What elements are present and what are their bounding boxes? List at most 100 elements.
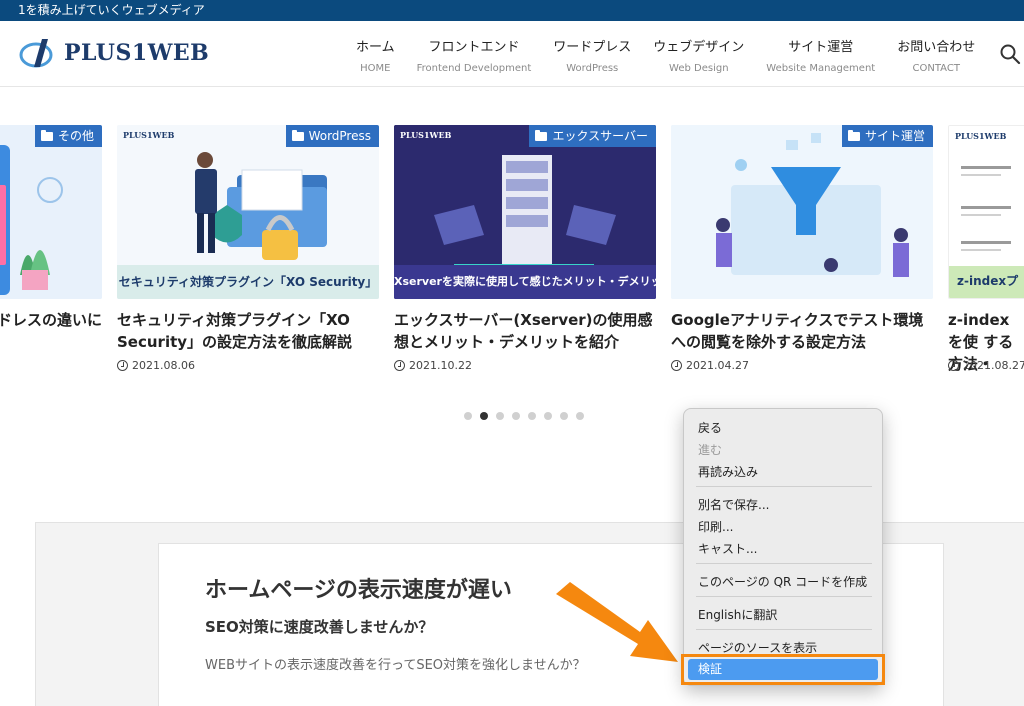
thumbnail-caption: Xserverを実際に使用して感じたメリット・デメリット [394,265,656,299]
category-badge: その他 [34,125,102,147]
nav-item-site-management[interactable]: サイト運営 Website Management [766,39,875,77]
menu-item-back[interactable]: 戻る [698,419,722,436]
nav-sublabel: WordPress [566,63,619,74]
date-text: 2021.08.27 [963,359,1024,372]
thumbnail-logo: PLUS1WEB [123,130,175,140]
article-card[interactable]: サイト運営 Googleアナリティクスでテスト環境への閲覧を除外する設定方法 2… [671,125,933,375]
article-carousel: その他 バルIPアドレ ドレスの違いに [0,125,1024,385]
menu-item-print[interactable]: 印刷... [698,518,733,535]
article-date: 2021.10.22 [394,359,472,372]
thumbnail-logo: PLUS1WEB [400,130,452,140]
category-label: エックスサーバー [552,129,648,143]
menu-item-create-qr[interactable]: このページの QR コードを作成 [698,573,867,590]
menu-separator [696,563,872,564]
nav-sublabel: Frontend Development [416,63,532,74]
article-title: エックスサーバー(Xserver)の使用感想とメリット・デメリットを紹介 [394,311,653,351]
nav-label: お問い合わせ [897,40,976,55]
category-label: その他 [57,129,94,143]
article-title: セキュリティ対策プラグイン「XO Security」の設定方法を徹底解説 [117,311,353,351]
nav-sublabel: Web Design [669,63,729,74]
clock-icon [948,360,959,371]
category-badge: エックスサーバー [529,125,656,147]
carousel-dot[interactable] [480,412,488,420]
article-thumbnail: PLUS1WEB z-indexプ [948,125,1024,299]
menu-item-save-as[interactable]: 別名で保存... [698,496,769,513]
article-card[interactable]: PLUS1WEB z-indexプ z-indexを使 する方法・ 2021.0… [948,125,1024,375]
promo-subheading: SEO対策に速度改善しませんか？ [205,618,434,636]
menu-item-cast[interactable]: キャスト... [698,540,757,557]
nav-item-frontend[interactable]: フロントエンド Frontend Development [417,39,532,77]
nav-item-home[interactable]: ホーム HOME [356,39,395,77]
thumbnail-caption: セキュリティ対策プラグイン「XO Security」 [118,275,378,289]
nav-sublabel: HOME [360,63,391,74]
menu-item-reload[interactable]: 再読み込み [698,463,758,480]
nav-label: フロントエンド [428,40,520,55]
article-title: バルIPアドレ ドレスの違いに [0,309,102,331]
nav-label: ホーム [356,40,395,55]
carousel-pagination [464,412,584,420]
site-logo[interactable]: PLUS1WEB [18,35,209,71]
folder-icon [291,129,304,141]
nav-label: ワードプレス [553,40,632,55]
menu-separator [696,629,872,630]
arrow-icon [556,582,678,662]
thumbnail-caption: z-indexプ [957,274,1019,288]
nav-sublabel: Website Management [766,63,876,74]
menu-item-translate[interactable]: Englishに翻訳 [698,606,777,623]
top-bar: 1を積み上げていくウェブメディア [0,0,1024,21]
thumbnail-illustration [0,125,102,299]
article-title: Googleアナリティクスでテスト環境への閲覧を除外する設定方法 [671,311,924,351]
menu-separator [696,486,872,487]
date-text: 2021.04.27 [686,359,749,372]
carousel-dot[interactable] [512,412,520,420]
category-badge: サイト運営 [841,125,933,147]
promo-body: WEBサイトの表示速度改善を行ってSEO対策を強化しませんか？ [205,658,586,673]
nav-label: サイト運営 [788,40,854,55]
main-nav: ホーム HOME フロントエンド Frontend Development ワー… [356,39,975,77]
article-card[interactable]: PLUS1WEB セキュリティ対策プラグイン「XO Security」 Word… [117,125,379,375]
article-date: 2021.08.27 [948,359,1024,372]
nav-item-contact[interactable]: お問い合わせ CONTACT [897,39,975,77]
article-date: 2021.04.27 [671,359,749,372]
carousel-dot[interactable] [544,412,552,420]
article-thumbnail: その他 [0,125,102,299]
context-menu: 戻る 進む 再読み込み 別名で保存... 印刷... キャスト... このページ… [683,408,883,686]
date-text: 2021.10.22 [409,359,472,372]
menu-separator [696,596,872,597]
carousel-dot[interactable] [464,412,472,420]
carousel-dot[interactable] [560,412,568,420]
folder-icon [535,129,548,141]
nav-sublabel: CONTACT [912,63,960,74]
carousel-dot[interactable] [528,412,536,420]
clock-icon [394,360,405,371]
site-header: PLUS1WEB ホーム HOME フロントエンド Frontend Devel… [0,21,1024,87]
article-title-text: バルIPアドレ ドレスの違いに [0,311,102,329]
nav-item-wordpress[interactable]: ワードプレス WordPress [553,39,631,77]
carousel-dot[interactable] [576,412,584,420]
clock-icon [117,360,128,371]
nav-item-webdesign[interactable]: ウェブデザイン Web Design [653,39,744,77]
page: 1を積み上げていくウェブメディア PLUS1WEB ホーム HOME フロントエ… [0,0,1024,706]
logo-mark-icon [19,39,53,68]
category-label: WordPress [308,129,371,143]
clock-icon [671,360,682,371]
category-label: サイト運営 [864,129,925,143]
thumbnail-illustration [671,125,933,299]
date-text: 2021.08.06 [132,359,195,372]
article-thumbnail: PLUS1WEB Xserverを実際に使用して感じたメリット・デメリット エッ… [394,125,656,299]
article-date: 2021.08.06 [117,359,195,372]
menu-item-forward: 進む [698,443,723,457]
promo-heading: ホームページの表示速度が遅い [205,578,512,603]
article-thumbnail: サイト運営 [671,125,933,299]
article-card[interactable]: PLUS1WEB Xserverを実際に使用して感じたメリット・デメリット エッ… [394,125,656,375]
article-card[interactable]: その他 バルIPアドレ ドレスの違いに [0,125,102,375]
tagline: 1を積み上げていくウェブメディア [18,3,205,17]
search-icon[interactable] [999,43,1021,65]
nav-label: ウェブデザイン [653,40,745,55]
folder-icon [847,129,860,141]
carousel-dot[interactable] [496,412,504,420]
category-badge: WordPress [285,125,379,147]
thumbnail-logo: PLUS1WEB [955,131,1007,141]
folder-icon [40,129,53,141]
article-thumbnail: PLUS1WEB セキュリティ対策プラグイン「XO Security」 Word… [117,125,379,299]
